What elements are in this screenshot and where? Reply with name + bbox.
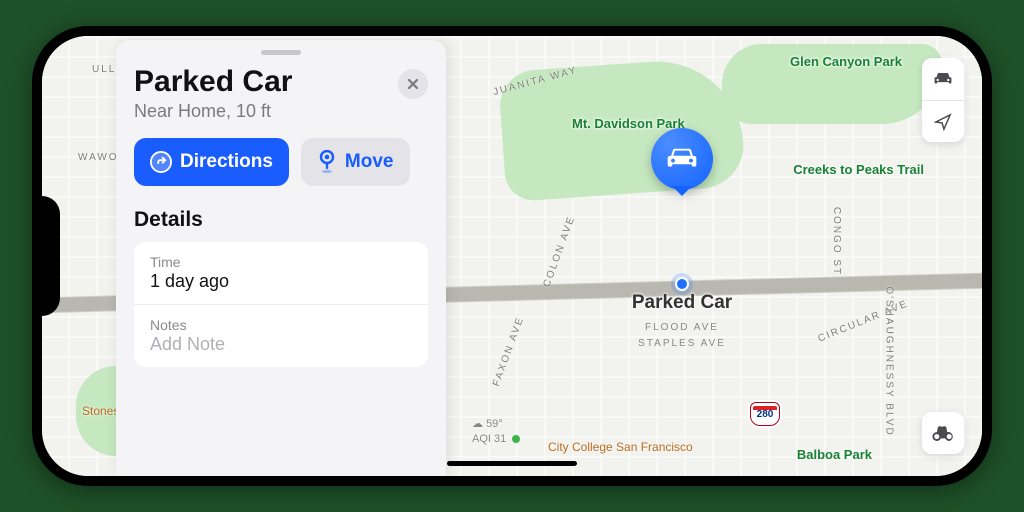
device-notch (32, 196, 60, 316)
poi-label: City College San Francisco (548, 440, 693, 454)
notes-label: Notes (150, 317, 412, 333)
binoculars-icon (932, 425, 954, 441)
park-label: Glen Canyon Park (790, 54, 902, 69)
time-label: Time (150, 254, 412, 270)
detail-row-time: Time 1 day ago (134, 242, 428, 304)
move-label: Move (345, 151, 394, 173)
sheet-subtitle: Near Home, 10 ft (134, 101, 292, 122)
nearby-streets: FLOOD AVE STAPLES AVE (638, 320, 726, 352)
screen: Glen Canyon Park Mt. Davidson Park Creek… (42, 36, 982, 476)
time-value: 1 day ago (150, 271, 412, 292)
car-icon (933, 71, 953, 87)
location-arrow-icon (934, 113, 952, 131)
user-location-dot (675, 277, 689, 291)
street-label: O'SHAUGHNESSY BLVD (883, 286, 894, 436)
aqi-indicator (512, 435, 520, 443)
interstate-shield: 280 (750, 402, 780, 426)
place-sheet: Parked Car Near Home, 10 ft Directions M… (116, 40, 446, 476)
sheet-title: Parked Car (134, 65, 292, 99)
look-around-button[interactable] (922, 412, 964, 454)
phone-frame: Glen Canyon Park Mt. Davidson Park Creek… (32, 26, 992, 486)
vehicle-mode-button[interactable] (922, 58, 964, 100)
notes-placeholder: Add Note (150, 334, 412, 355)
close-icon (407, 78, 419, 90)
detail-row-notes[interactable]: Notes Add Note (134, 304, 428, 367)
locate-me-button[interactable] (922, 100, 964, 142)
close-button[interactable] (398, 69, 428, 99)
move-pin-icon (317, 150, 337, 174)
car-icon (665, 148, 699, 170)
weather-widget[interactable]: ☁︎ 59° AQI 31 (472, 417, 520, 446)
details-card: Time 1 day ago Notes Add Note (134, 242, 428, 367)
park-label: Balboa Park (797, 447, 872, 462)
pin-title: Parked Car (632, 292, 732, 314)
map-controls (922, 58, 964, 142)
directions-icon (150, 151, 172, 173)
move-button[interactable]: Move (301, 138, 410, 186)
details-heading: Details (134, 208, 428, 232)
sheet-grabber[interactable] (261, 50, 301, 55)
directions-button[interactable]: Directions (134, 138, 289, 186)
directions-label: Directions (180, 151, 273, 173)
street-label: CONGO ST (831, 207, 842, 276)
parked-car-pin[interactable] (651, 128, 713, 206)
home-indicator[interactable] (447, 461, 577, 466)
trail-label: Creeks to Peaks Trail (793, 162, 924, 177)
